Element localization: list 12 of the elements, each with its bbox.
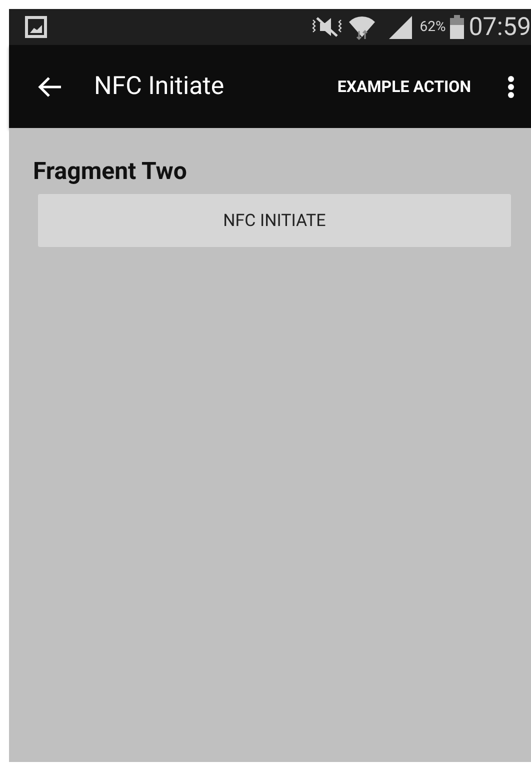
clock-time: 07:59 (468, 12, 531, 42)
example-action-button[interactable]: EXAMPLE ACTION (337, 73, 471, 100)
battery-icon (450, 15, 464, 39)
battery-percent: 62% (420, 19, 446, 35)
fragment-heading: Fragment Two (33, 156, 188, 186)
toolbar-title: NFC Initiate (94, 72, 226, 101)
nfc-initiate-button[interactable]: NFC INITIATE (38, 194, 511, 247)
overflow-menu-icon[interactable] (507, 74, 515, 98)
image-icon (25, 16, 47, 38)
back-arrow-icon[interactable] (37, 76, 63, 98)
signal-icon (388, 14, 414, 40)
mute-icon (310, 15, 344, 39)
